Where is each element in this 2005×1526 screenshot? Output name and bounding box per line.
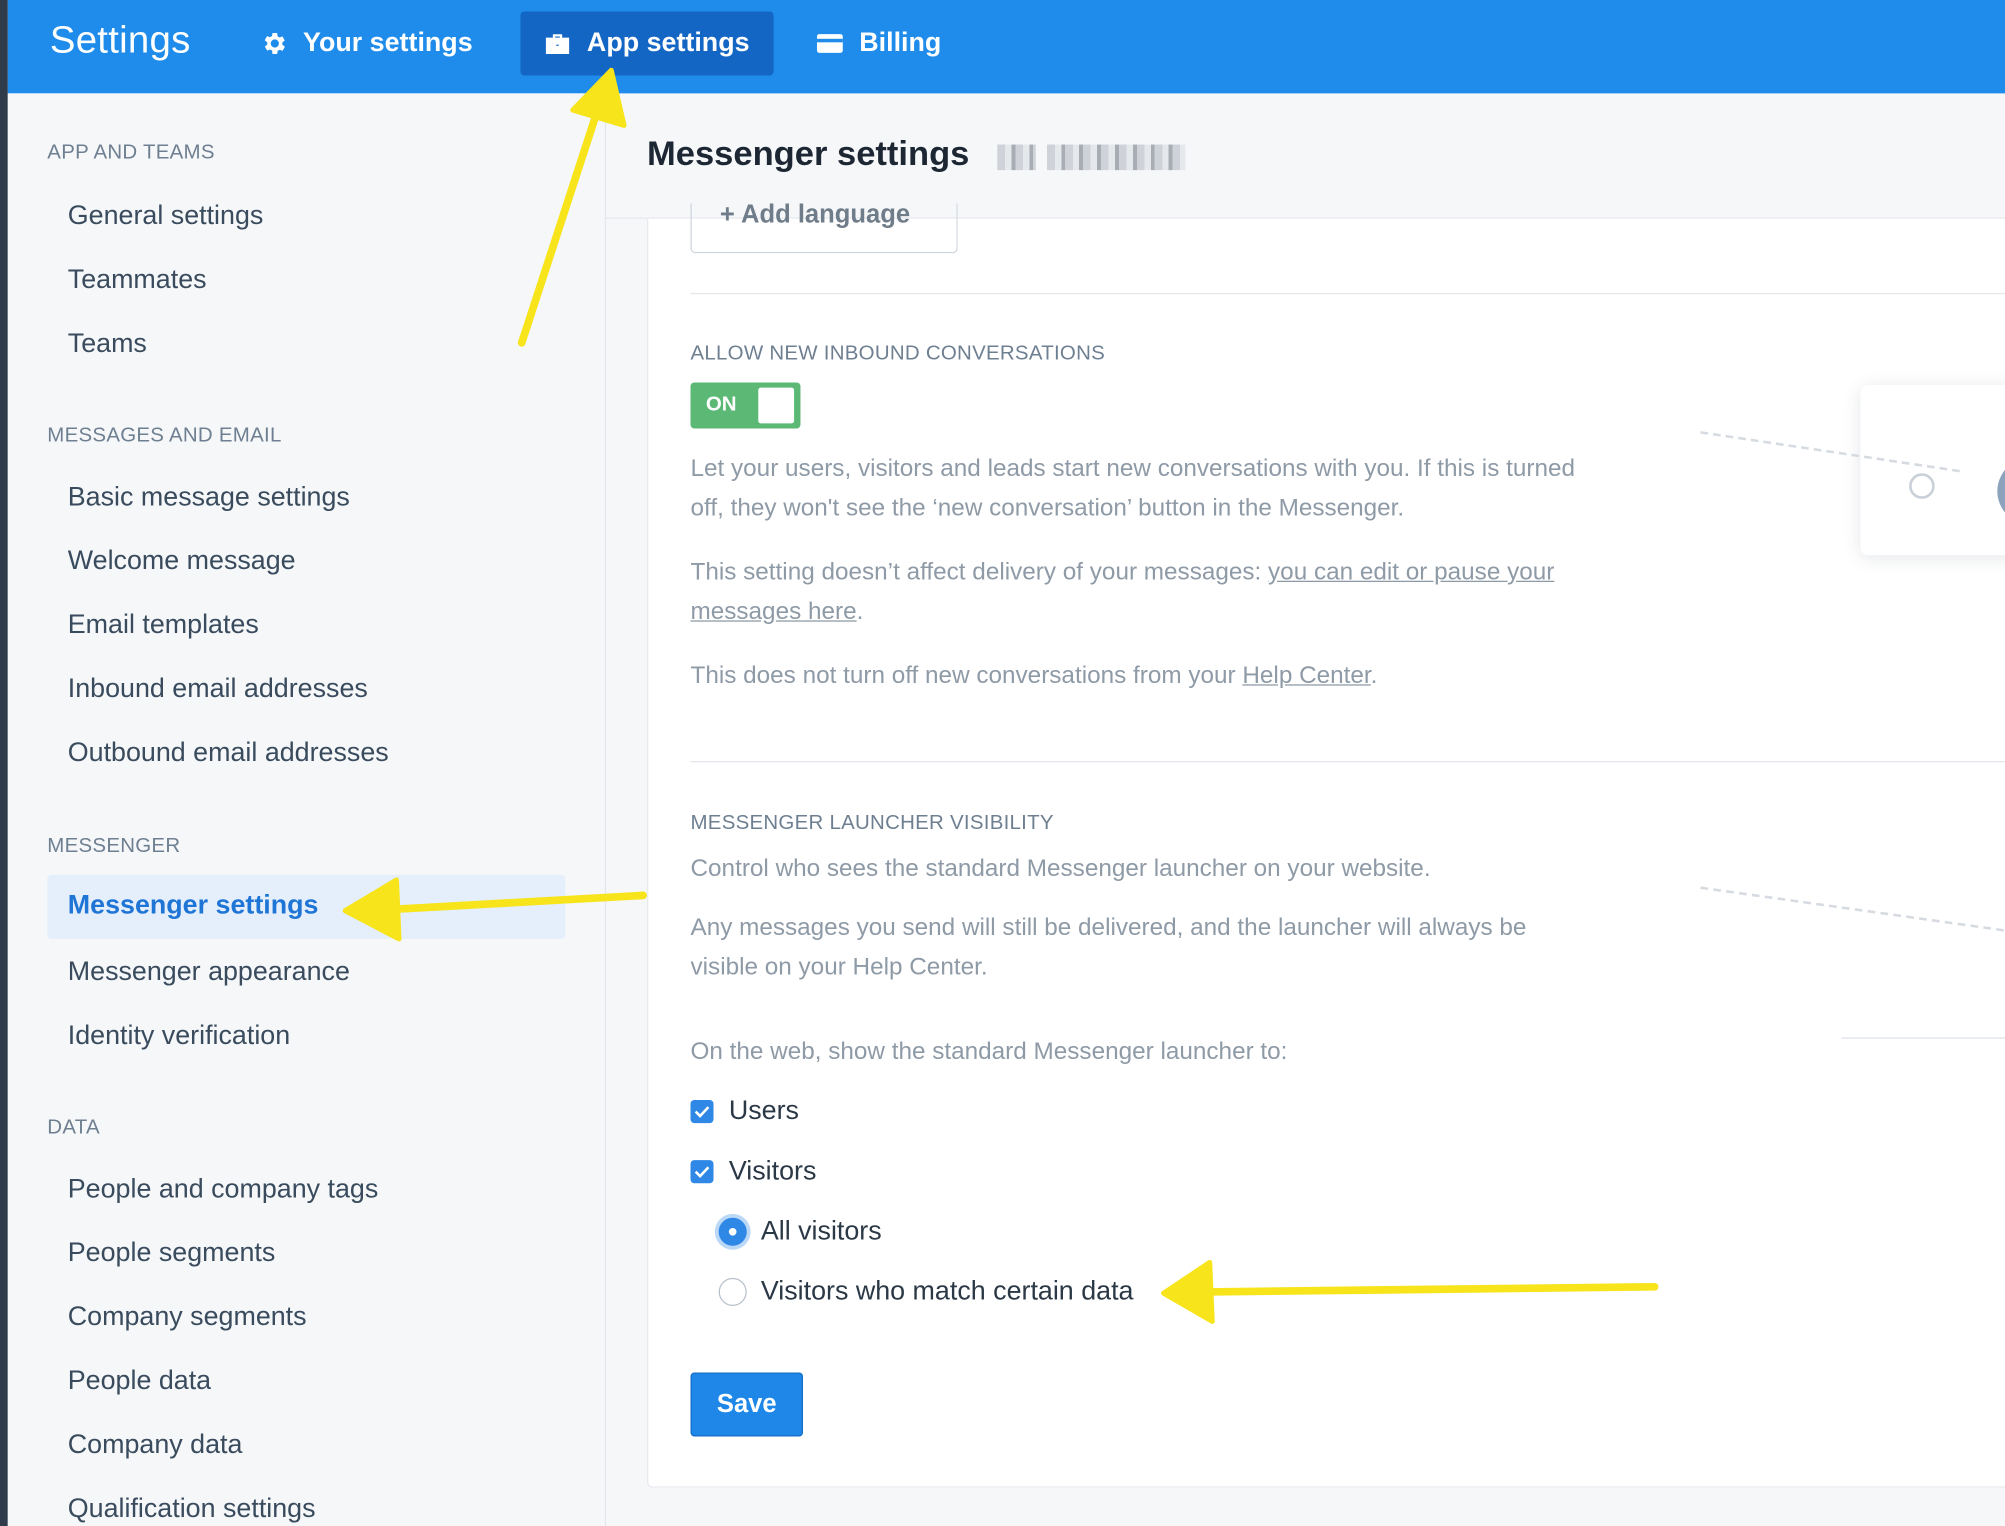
help-center-note: This does not turn off new conversations… xyxy=(690,656,1585,696)
section-heading-app-and-teams: APP AND TEAMS xyxy=(47,141,215,164)
inbound-delivery-note: This setting doesn’t affect delivery of … xyxy=(690,553,1585,632)
section-heading-messenger: MESSENGER xyxy=(47,835,181,858)
radio-all-visitors[interactable]: All visitors xyxy=(718,1216,882,1247)
app-title: Settings xyxy=(49,19,191,62)
sidebar-item-email-templates[interactable]: Email templates xyxy=(68,610,259,641)
credit-card-icon xyxy=(816,29,844,57)
sidebar-item-general-settings[interactable]: General settings xyxy=(68,201,264,232)
sidebar-item-inbound-email-addresses[interactable]: Inbound email addresses xyxy=(68,674,368,705)
settings-sidebar: APP AND TEAMS General settings Teammates… xyxy=(7,93,607,1526)
sidebar-item-identity-verification[interactable]: Identity verification xyxy=(68,1021,290,1052)
sidebar-item-people-data[interactable]: People data xyxy=(68,1366,211,1397)
help-center-note-text: This does not turn off new conversations… xyxy=(690,662,1243,690)
launcher-description: Control who sees the standard Messenger … xyxy=(690,855,1431,883)
sidebar-item-people-and-company-tags[interactable]: People and company tags xyxy=(68,1174,379,1205)
redacted-app-name xyxy=(1047,144,1186,171)
app-window: Settings Your settings App settings Bill… xyxy=(0,0,2005,1526)
tab-your-settings[interactable]: Your settings xyxy=(260,12,473,76)
checkbox-checked-icon xyxy=(690,1100,714,1124)
radio-visitors-matching-data-label: Visitors who match certain data xyxy=(760,1276,1134,1306)
sidebar-item-company-data[interactable]: Company data xyxy=(68,1430,243,1461)
window-edge xyxy=(0,0,8,1526)
checkbox-visitors-label: Visitors xyxy=(728,1156,817,1186)
toggle-state-label: ON xyxy=(705,393,737,416)
preview-divider xyxy=(1841,1037,2005,1039)
tab-billing[interactable]: Billing xyxy=(816,12,942,76)
delivery-note-end: . xyxy=(856,598,864,626)
tab-billing-label: Billing xyxy=(859,28,942,58)
briefcase-icon xyxy=(543,29,571,57)
tab-app-settings-label: App settings xyxy=(586,28,750,58)
preview-connector-dot xyxy=(1909,473,1935,499)
sidebar-item-outbound-email-addresses[interactable]: Outbound email addresses xyxy=(68,738,389,769)
checkbox-users[interactable]: Users xyxy=(690,1096,799,1127)
checkbox-visitors[interactable]: Visitors xyxy=(690,1156,816,1187)
sidebar-item-welcome-message[interactable]: Welcome message xyxy=(68,546,296,577)
section-divider xyxy=(690,292,2005,295)
checkbox-checked-icon xyxy=(690,1160,714,1184)
sidebar-item-people-segments[interactable]: People segments xyxy=(68,1238,276,1269)
tab-app-settings[interactable]: App settings xyxy=(520,11,774,76)
preview-connector-line xyxy=(1700,886,2005,938)
sidebar-item-teams[interactable]: Teams xyxy=(68,329,147,360)
page-title: Messenger settings xyxy=(647,134,970,173)
sidebar-item-company-segments[interactable]: Company segments xyxy=(68,1302,307,1333)
radio-selected-icon xyxy=(718,1217,747,1246)
section-heading-data: DATA xyxy=(47,1116,100,1139)
add-language-button[interactable]: + Add language xyxy=(690,203,958,254)
radio-all-visitors-label: All visitors xyxy=(760,1216,882,1246)
redacted-app-name xyxy=(997,144,1036,171)
checkbox-users-label: Users xyxy=(728,1096,799,1126)
top-navigation-bar: Settings Your settings App settings Bill… xyxy=(7,0,2005,94)
add-language-label: + Add language xyxy=(719,203,911,229)
launcher-visibility-heading: MESSENGER LAUNCHER VISIBILITY xyxy=(690,812,1054,834)
inbound-description: Let your users, visitors and leads start… xyxy=(690,455,1575,522)
save-button[interactable]: Save xyxy=(690,1372,804,1437)
messenger-preview-card xyxy=(1860,385,2005,556)
launcher-delivery-note: Any messages you send will still be deli… xyxy=(690,914,1527,982)
sidebar-item-qualification-settings[interactable]: Qualification settings xyxy=(68,1494,316,1525)
section-heading-messages-and-email: MESSAGES AND EMAIL xyxy=(47,424,282,447)
launcher-prompt: On the web, show the standard Messenger … xyxy=(690,1038,1288,1066)
toggle-knob xyxy=(758,387,795,424)
section-divider xyxy=(690,761,2005,763)
help-center-note-end: . xyxy=(1370,662,1378,690)
sidebar-item-messenger-appearance[interactable]: Messenger appearance xyxy=(68,957,350,988)
tab-your-settings-label: Your settings xyxy=(303,28,473,58)
settings-card: + Add language ALLOW NEW INBOUND CONVERS… xyxy=(647,203,2005,1488)
sidebar-item-teammates[interactable]: Teammates xyxy=(68,265,207,296)
main-content: Messenger settings + Add language ALLOW … xyxy=(606,93,2005,1526)
sidebar-item-messenger-settings-label: Messenger settings xyxy=(67,890,319,920)
gear-icon xyxy=(260,29,288,57)
inbound-conversations-toggle[interactable]: ON xyxy=(690,382,801,429)
delivery-note-text: This setting doesn’t affect delivery of … xyxy=(690,558,1269,586)
sidebar-item-basic-message-settings[interactable]: Basic message settings xyxy=(68,482,350,513)
sidebar-item-messenger-settings[interactable]: Messenger settings xyxy=(47,874,566,939)
help-center-link[interactable]: Help Center xyxy=(1242,663,1370,690)
radio-visitors-matching-data[interactable]: Visitors who match certain data xyxy=(718,1276,1134,1308)
inbound-conversations-heading: ALLOW NEW INBOUND CONVERSATIONS xyxy=(690,342,1106,365)
radio-unselected-icon xyxy=(718,1277,747,1306)
